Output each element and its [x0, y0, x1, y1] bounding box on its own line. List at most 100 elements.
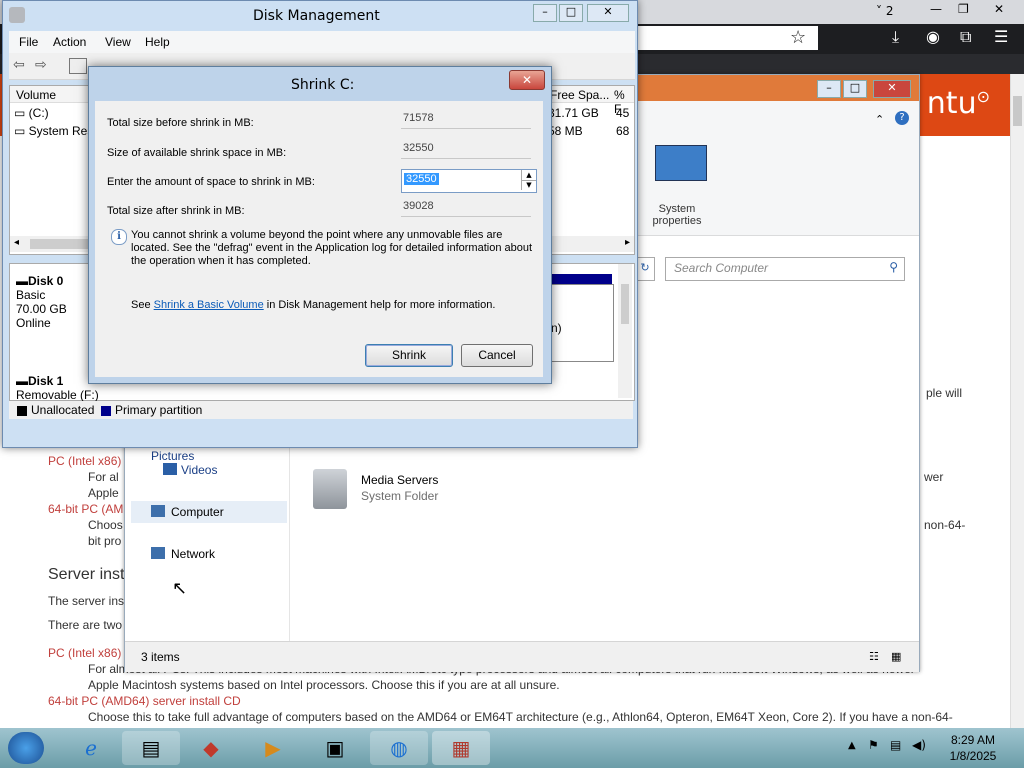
account-icon[interactable]: ◉ — [926, 27, 940, 46]
explorer-status-bar: 3 items ☷ ▦ — [125, 641, 919, 672]
shrink-dialog-close-button[interactable]: ✕ — [509, 70, 545, 90]
menu-action[interactable]: Action — [53, 35, 86, 49]
volume-pct: 45 — [616, 106, 630, 120]
link-amd64-server[interactable]: 64-bit PC (AMD64) server install CD — [48, 694, 241, 708]
dm-close-button[interactable]: ✕ — [587, 4, 629, 22]
scrollbar-thumb[interactable] — [1013, 96, 1022, 126]
explorer-maximize-button[interactable]: □ — [843, 80, 867, 98]
extensions-icon[interactable]: ⧉ — [960, 27, 971, 47]
scrollbar-thumb[interactable] — [621, 284, 629, 324]
dm-minimize-button[interactable]: – — [533, 4, 557, 22]
nav-item-pictures[interactable]: Pictures — [151, 449, 194, 463]
legend-primary: Primary partition — [101, 403, 202, 417]
cancel-button[interactable]: Cancel — [461, 344, 533, 367]
details-view-icon[interactable]: ☷ — [869, 650, 879, 663]
start-button[interactable] — [8, 732, 44, 764]
column-volume[interactable]: Volume — [16, 88, 56, 102]
web-text: wer — [924, 470, 944, 484]
nav-item-videos[interactable]: Videos — [181, 463, 217, 477]
scroll-left-icon[interactable]: ◂ — [14, 237, 19, 248]
total-before-label: Total size before shrink in MB: — [107, 117, 254, 129]
refresh-icon[interactable]: ↻ — [635, 257, 655, 281]
file-explorer-icon[interactable]: ▤ — [122, 731, 180, 765]
back-icon[interactable]: ⇦ — [13, 57, 25, 73]
ubuntu-logo: ntu⊙ — [926, 86, 990, 121]
shrink-info-text: You cannot shrink a volume beyond the po… — [131, 229, 533, 267]
web-text: Apple Macintosh systems based on Intel p… — [88, 678, 560, 692]
volume-pct: 68 — [616, 124, 630, 138]
help-icon[interactable]: ? — [895, 111, 909, 125]
browser-maximize-button[interactable]: ❐ — [958, 2, 969, 16]
shrink-basic-volume-link[interactable]: Shrink a Basic Volume — [154, 299, 264, 311]
volume-icon[interactable]: ◀) — [912, 738, 926, 752]
flag-icon[interactable]: ⚑ — [868, 738, 879, 752]
forward-icon[interactable]: ⇨ — [35, 57, 47, 73]
search-icon[interactable]: ⚲ — [889, 260, 898, 274]
disk-legend: Unallocated Primary partition — [9, 401, 633, 419]
explorer-close-button[interactable]: ✕ — [873, 80, 911, 98]
page-scrollbar[interactable] — [1010, 74, 1024, 728]
partition-bar — [550, 274, 612, 284]
web-text: bit pro — [88, 534, 122, 548]
browser-app-icon[interactable]: ◍ — [370, 731, 428, 765]
tray-overflow-icon[interactable]: ▲ — [848, 740, 856, 751]
web-text: For al — [88, 470, 119, 484]
shrink-button[interactable]: Shrink — [365, 344, 453, 367]
disk-management-task-icon[interactable]: ▦ — [432, 731, 490, 765]
volume-free: 58 MB — [548, 124, 583, 138]
internet-explorer-icon[interactable]: ℯ — [62, 731, 120, 765]
nav-item-computer[interactable]: Computer — [171, 505, 224, 519]
menu-view[interactable]: View — [105, 35, 131, 49]
legend-unallocated: Unallocated — [17, 403, 94, 417]
media-server-icon — [313, 469, 347, 509]
scroll-right-icon[interactable]: ▸ — [625, 237, 630, 248]
available-value: 32550 — [401, 141, 531, 159]
ribbon-collapse-icon[interactable]: ⌃ — [875, 113, 884, 126]
shrink-amount-field[interactable]: 32550 ▲ ▼ — [401, 169, 537, 193]
link-pc-intel[interactable]: PC (Intel x86) — [48, 454, 121, 468]
system-properties-button[interactable]: System properties — [637, 203, 717, 227]
document-app-icon[interactable]: ▣ — [306, 731, 364, 765]
explorer-minimize-button[interactable]: – — [817, 80, 841, 98]
vertical-scrollbar[interactable] — [618, 264, 632, 398]
media-player-icon[interactable]: ▶ — [244, 731, 302, 765]
disk-0-info[interactable]: ▬Disk 0 Basic 70.00 GB Online — [16, 274, 67, 330]
volume-row[interactable]: ▭ System Res — [14, 124, 93, 138]
taskbar: ℯ ▤ ◆ ▶ ▣ ◍ ▦ ▲ ⚑ ▤ ◀) 8:29 AM 1/8/2025 — [0, 728, 1024, 768]
column-free-space[interactable]: Free Spa... — [550, 88, 609, 102]
browser-close-button[interactable]: ✕ — [994, 2, 1004, 16]
clock[interactable]: 8:29 AM 1/8/2025 — [944, 732, 1002, 764]
browser-minimize-button[interactable]: — — [930, 2, 942, 16]
disk-1-info[interactable]: ▬Disk 1 Removable (F:) — [16, 374, 99, 402]
network-tray-icon[interactable]: ▤ — [890, 738, 901, 752]
partition-c[interactable]: n) — [550, 284, 614, 362]
menu-file[interactable]: File — [19, 35, 38, 49]
media-servers-label[interactable]: Media Servers — [361, 473, 438, 487]
nav-item-network[interactable]: Network — [171, 547, 215, 561]
search-box[interactable]: Search Computer ⚲ — [665, 257, 905, 281]
star-icon[interactable]: ☆ — [790, 27, 806, 48]
volume-free: 31.71 GB — [548, 106, 599, 120]
link-pc-intel[interactable]: PC (Intel x86) — [48, 646, 121, 660]
web-text: There are two — [48, 618, 123, 632]
mouse-cursor-icon: ↖ — [172, 578, 188, 599]
tab-list-button[interactable]: ˅ 2 — [876, 4, 893, 18]
dm-menubar: File Action View Help — [9, 31, 635, 53]
web-text: ple will — [926, 386, 963, 400]
download-icon[interactable]: ⤓ — [892, 27, 899, 47]
shrink-amount-input[interactable]: 32550 — [404, 173, 439, 185]
menu-help[interactable]: Help — [145, 35, 170, 49]
scrollbar-thumb[interactable] — [30, 239, 90, 249]
dm-maximize-button[interactable]: □ — [559, 4, 583, 22]
shrink-amount-label: Enter the amount of space to shrink in M… — [107, 176, 315, 188]
web-text: The server ins — [48, 594, 125, 608]
large-icons-view-icon[interactable]: ▦ — [891, 650, 901, 663]
menu-icon[interactable]: ☰ — [994, 27, 1008, 46]
media-app-icon[interactable]: ◆ — [182, 731, 240, 765]
volume-row[interactable]: ▭ (C:) — [14, 106, 49, 120]
spin-down-icon[interactable]: ▼ — [521, 180, 536, 190]
properties-icon[interactable] — [69, 58, 87, 74]
search-input[interactable]: Search Computer — [674, 261, 768, 275]
link-amd64[interactable]: 64-bit PC (AMD — [48, 502, 132, 516]
web-text: Choose this to take full advantage of co… — [88, 710, 953, 724]
